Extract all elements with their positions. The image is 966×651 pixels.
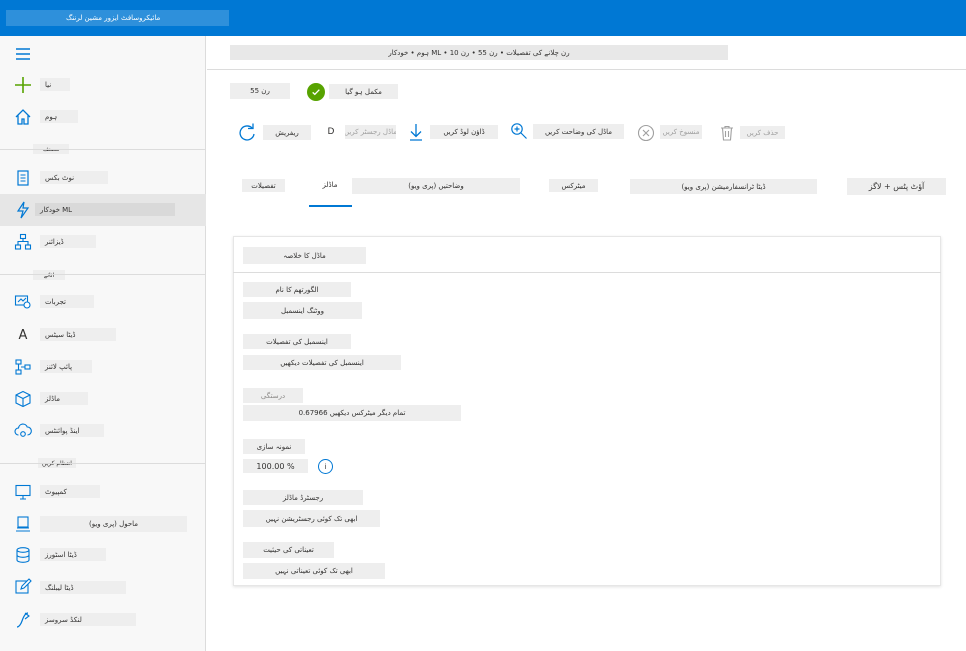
sidebar-item-datastores[interactable]: ڈیٹا اسٹورز [40,548,106,561]
divider [0,463,206,464]
sidebar-item-home[interactable]: ہوم [40,110,78,123]
hamburger-menu-icon[interactable] [14,45,32,63]
notebook-icon[interactable] [14,169,32,187]
sidebar-item-designer[interactable]: ڈیزائنر [40,235,96,248]
ensemble-details-link[interactable]: اینسمبل کی تفصیلات دیکھیں [243,355,401,370]
run-title: رن 55 [230,83,290,99]
accuracy-label: درستگی [243,388,303,403]
environments-icon[interactable] [14,515,32,533]
sidebar-item-experiments[interactable]: تجربات [40,295,94,308]
add-icon[interactable] [14,76,32,94]
sidebar-item-environments[interactable]: ماحول (پری ویو) [40,516,187,532]
register-model-button[interactable]: ماڈل رجسٹر کریں [345,125,396,139]
sidebar-item-compute[interactable]: کمپیوٹ [40,485,100,498]
cancel-icon[interactable] [637,124,655,142]
header-divider [207,69,966,70]
refresh-button[interactable]: ریفریش [263,125,311,140]
designer-icon[interactable] [14,233,32,251]
refresh-icon[interactable] [238,123,256,141]
delete-icon[interactable] [718,124,736,142]
models-icon[interactable] [14,390,32,408]
sidebar-item-linked-services[interactable]: لنکڈ سروسز [40,613,136,626]
tab-models[interactable]: ماڈلز [309,176,351,193]
ensemble-details-label: اینسمبل کی تفصیلات [243,334,351,349]
download-icon[interactable] [407,123,425,141]
registered-models-label: رجسٹرڈ ماڈلز [243,490,363,505]
explain-model-button[interactable]: ماڈل کی وضاحت کریں [533,124,624,139]
download-button[interactable]: ڈاؤن لوڈ کریں [430,125,498,139]
sidebar-item-data-labeling[interactable]: ڈیٹا لیبلنگ [40,581,126,594]
success-check-icon [307,83,325,101]
deployment-status-label: تعیناتی کی حیثیت [243,542,334,558]
deployment-status-value: ابھی تک کوئی تعیناتی نہیں [243,563,385,579]
sidebar-item-notebooks[interactable]: نوٹ بکس [40,171,108,184]
home-icon[interactable] [14,108,32,126]
sidebar-item-pipelines[interactable]: پائپ لائنز [40,360,92,373]
accuracy-value[interactable]: 0.67966 تمام دیگر میٹرکس دیکھیں [243,405,461,421]
sidebar-item-new[interactable]: نیا [40,78,70,91]
register-model-icon[interactable]: D [325,125,337,139]
info-icon[interactable]: i [318,459,333,474]
explain-model-icon[interactable] [510,122,528,140]
tab-outputs-logs[interactable]: آؤٹ پٹس + لاگز [847,178,946,195]
summary-title: ماڈل کا خلاصہ [243,247,366,264]
divider [0,274,206,275]
tab-metrics[interactable]: میٹرکس [549,179,598,192]
sidebar-item-endpoints[interactable]: اینڈ پوائنٹس [40,424,104,437]
pipelines-icon[interactable] [14,358,32,376]
tab-explanations[interactable]: وضاحتیں (پری ویو) [352,178,520,194]
cancel-button[interactable]: منسوخ کریں [660,125,702,139]
endpoints-icon[interactable] [14,422,32,440]
experiments-icon[interactable] [14,293,32,311]
breadcrumb[interactable]: ہوم • خودکار ML • رن چلانے کی تفصیلات • … [230,45,728,60]
section-assets: اثاثے [33,270,65,280]
compute-icon[interactable] [14,483,32,501]
sampling-label: نمونہ سازی [243,439,305,454]
datasets-icon[interactable]: A [14,326,32,344]
sidebar-item-automated-ml[interactable]: خودکار ML [35,203,175,216]
datastores-icon[interactable] [14,546,32,564]
status-badge: مکمل ہو گیا [329,84,398,99]
active-tab-indicator [309,205,352,207]
linked-services-icon[interactable] [14,611,32,629]
sidebar-item-datasets[interactable]: ڈیٹا سیٹس [40,328,116,341]
card-divider [233,272,941,273]
divider [0,149,206,150]
tab-data-transformation[interactable]: ڈیٹا ٹرانسفارمیشن (پری ویو) [630,179,817,194]
sidebar-item-models[interactable]: ماڈلز [40,392,88,405]
sampling-value: 100.00 % [243,459,308,473]
algorithm-name-label: الگورتھم کا نام [243,282,351,297]
data-labeling-icon[interactable] [14,578,32,596]
app-title[interactable]: مائیکروسافٹ ایزور مشین لرننگ [6,10,229,26]
registered-models-value: ابھی تک کوئی رجسٹریشن نہیں [243,510,380,527]
automated-ml-icon[interactable] [14,201,32,219]
algorithm-name-value[interactable]: ووٹنگ اینسمبل [243,302,362,319]
delete-button[interactable]: حذف کریں [740,126,785,139]
tab-details[interactable]: تفصیلات [242,179,285,192]
